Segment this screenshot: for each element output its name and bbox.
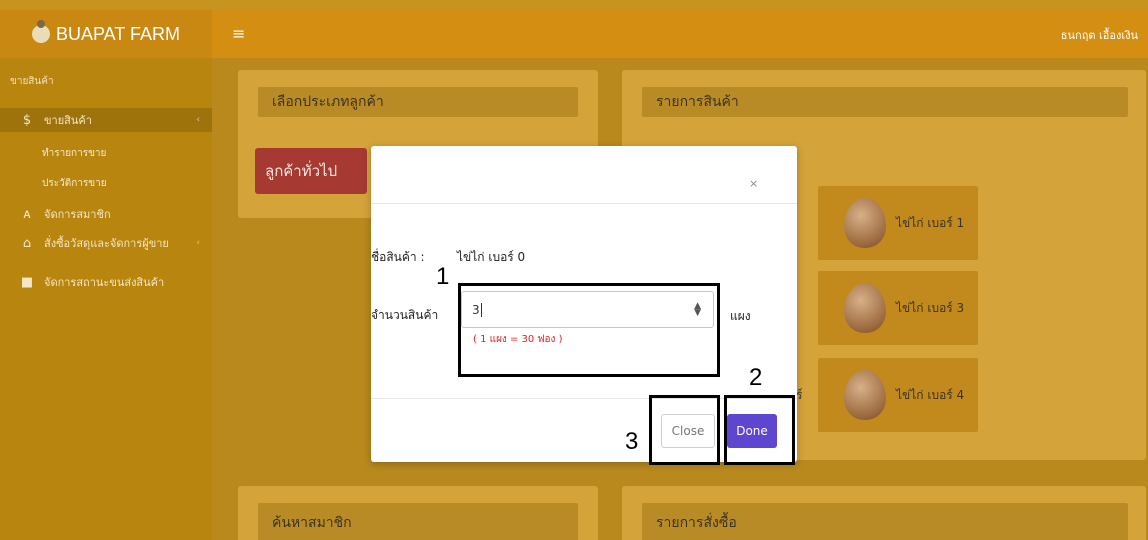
order-list-title: รายการสั่งซื้อ	[642, 503, 1128, 540]
sidebar-item-label: ขายสินค้า	[44, 114, 92, 127]
order-list-card: รายการสั่งซื้อ	[622, 486, 1146, 540]
hamburger-icon[interactable]: ≡	[232, 24, 245, 43]
user-icon: ᴀ	[23, 206, 31, 222]
modal-header-divider	[371, 203, 797, 204]
brand-name: BUAPAT FARM	[55, 23, 181, 44]
product-list-title: รายการสินค้า	[642, 87, 1128, 117]
close-icon[interactable]: ×	[749, 177, 758, 190]
product-label: ไข่ไก่ เบอร์ 1	[896, 215, 965, 230]
sidebar-item-label: สั่งซื้อวัสดุและจัดการผู้ขาย	[44, 237, 169, 250]
sidebar-item-label: จัดการสมาชิก	[44, 208, 111, 221]
sidebar-header: ขายสินค้า	[10, 76, 54, 87]
sidebar-item-sell[interactable]: $ ขายสินค้า ‹	[0, 108, 212, 132]
annotation-number-2: 2	[749, 364, 763, 391]
sidebar-item-shipping[interactable]: ■ จัดการสถานะขนส่งสินค้า	[0, 270, 212, 294]
user-name[interactable]: ธนกฤต เอื้องเงิน	[1061, 26, 1138, 44]
egg-icon	[844, 198, 886, 248]
annotation-number-1: 1	[436, 263, 450, 290]
customer-type-title: เลือกประเภทลูกค้า	[258, 87, 578, 117]
top-navbar: BUAPAT FARM ≡ ธนกฤต เอื้องเงิน	[0, 10, 1148, 58]
product-egg-1[interactable]: ไข่ไก่ เบอร์ 1	[818, 186, 978, 260]
egg-icon	[844, 370, 886, 420]
search-member-title: ค้นหาสมาชิก	[258, 503, 578, 540]
annotation-box-3	[649, 395, 720, 465]
farm-logo-icon	[31, 20, 50, 43]
truck-icon: ■	[20, 274, 34, 290]
annotation-box-1	[458, 283, 720, 377]
sidebar-subitem-sales-history[interactable]: ประวัติการขาย	[42, 176, 107, 191]
annotation-box-2	[724, 395, 795, 465]
dollar-icon: $	[22, 112, 32, 128]
search-member-card: ค้นหาสมาชิก	[238, 486, 598, 540]
egg-icon	[844, 283, 886, 333]
brand[interactable]: BUAPAT FARM	[0, 10, 212, 58]
sidebar: ขายสินค้า $ ขายสินค้า ‹ ทำรายการขาย ประว…	[0, 58, 212, 540]
sidebar-subitem-make-sale[interactable]: ทำรายการขาย	[42, 146, 106, 161]
quantity-label: จำนวนสินค้า	[371, 308, 439, 322]
folder-icon: ⌂	[22, 235, 32, 251]
sidebar-item-members[interactable]: ᴀ จัดการสมาชิก	[0, 202, 212, 226]
sidebar-item-purchasing[interactable]: ⌂ สั่งซื้อวัสดุและจัดการผู้ขาย ‹	[0, 231, 212, 255]
product-name-label: ชื่อสินค้า :	[371, 250, 425, 264]
product-label: ไข่ไก่ เบอร์ 4	[896, 387, 965, 402]
annotation-number-3: 3	[625, 428, 639, 455]
product-egg-3[interactable]: ไข่ไก่ เบอร์ 3	[818, 271, 978, 345]
product-egg-4[interactable]: ไข่ไก่ เบอร์ 4	[818, 358, 978, 432]
product-name-value: ไข่ไก่ เบอร์ 0	[457, 250, 526, 264]
chevron-left-icon: ‹	[196, 238, 200, 248]
product-label: ไข่ไก่ เบอร์ 3	[896, 300, 965, 315]
unit-label: แผง	[730, 309, 751, 323]
sidebar-item-label: จัดการสถานะขนส่งสินค้า	[44, 276, 165, 289]
general-customer-button[interactable]: ลูกค้าทั่วไป	[255, 148, 367, 194]
chevron-left-icon: ‹	[196, 115, 200, 125]
